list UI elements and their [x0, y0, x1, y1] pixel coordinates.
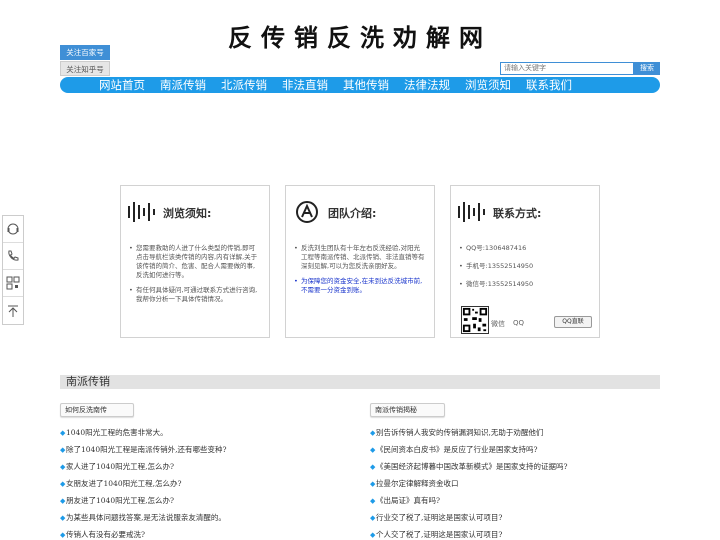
list-item: 反洗刘生团队有十年左右反洗经验,对阳光工程等南派传销、北派传销、非法直销等有深刻…	[294, 244, 426, 271]
sound-wave-icon	[128, 202, 155, 222]
wechat-qrcode-image	[461, 306, 489, 334]
tab-south-mlm-exposed[interactable]: 南派传销揭秘	[370, 403, 445, 417]
browse-notes-card: 浏览须知: 您需要救助的人进了什么类型的传销,即可点击导航栏该类传销的内容,内有…	[120, 185, 270, 338]
team-intro-title: 团队介绍:	[328, 207, 377, 220]
contact-title: 联系方式:	[493, 207, 542, 220]
article-link[interactable]: ◆ 家人进了1040阳光工程,怎么办?	[60, 461, 360, 478]
browse-notes-title: 浏览须知:	[163, 207, 212, 220]
article-link[interactable]: ◆ 1040阳光工程的危害非常大。	[60, 427, 360, 444]
nav-south-mlm[interactable]: 南派传销	[160, 77, 206, 93]
list-item: 您需要救助的人进了什么类型的传销,即可点击导航栏该类传销的内容,内有详解,关于该…	[129, 244, 261, 280]
nav-north-mlm[interactable]: 北派传销	[221, 77, 267, 93]
circle-a-icon	[296, 201, 318, 223]
right-article-list: ◆ 别告诉传销人我安的传销漏洞知识,无助于劝醒他们 ◆ 《民间资本白皮书》是反应了行…	[370, 427, 660, 540]
sound-wave-icon	[458, 202, 485, 222]
phone-icon[interactable]	[3, 243, 23, 270]
follow-baijiahao-button[interactable]: 关注百家号	[60, 45, 110, 60]
search-button[interactable]: 搜索	[634, 62, 660, 75]
section-header: 南派传销	[60, 375, 660, 389]
team-intro-list: 反洗刘生团队有十年左右反洗经验,对阳光工程等南派传销、北派传销、非法直销等有深刻…	[294, 244, 426, 301]
article-link[interactable]: ◆ 《民间资本白皮书》是反应了行业是国家支持吗?	[370, 444, 660, 461]
nav-home[interactable]: 网站首页	[99, 77, 145, 93]
tab-how-to-rescue[interactable]: 如何反洗南传	[60, 403, 134, 417]
article-link[interactable]: ◆ 女朋友进了1040阳光工程,怎么办?	[60, 478, 360, 495]
article-link[interactable]: ◆ 个人交了税了,证明这是国家认可项目?	[370, 529, 660, 540]
headset-icon[interactable]	[3, 216, 23, 243]
nav-illegal-direct-sales[interactable]: 非法直销	[282, 77, 328, 93]
nav-contact[interactable]: 联系我们	[526, 77, 572, 93]
back-to-top-icon[interactable]	[3, 297, 23, 324]
article-link[interactable]: ◆ 行业交了税了,证明这是国家认可项目?	[370, 512, 660, 529]
list-item: QQ号:1306487416	[459, 244, 591, 253]
main-nav: 网站首页 南派传销 北派传销 非法直销 其他传销 法律法规 浏览须知 联系我们	[60, 77, 660, 93]
list-item: 微信号:13552514950	[459, 280, 591, 289]
list-item: 有任何具体疑问,可通过联系方式进行咨询,我帮你分析一下具体传销情况。	[129, 286, 261, 304]
nav-other-mlm[interactable]: 其他传销	[343, 77, 389, 93]
section-title[interactable]: 南派传销	[66, 375, 110, 389]
article-link[interactable]: ◆ 朋友进了1040阳光工程,怎么办?	[60, 495, 360, 512]
team-intro-card: 团队介绍: 反洗刘生团队有十年左右反洗经验,对阳光工程等南派传销、北派传销、非法…	[285, 185, 435, 338]
article-link[interactable]: ◆ 为某些具体问题找答案,是无法说服亲友清醒的。	[60, 512, 360, 529]
article-link[interactable]: ◆ 拉曼尔定律解释资金收口	[370, 478, 660, 495]
left-article-list: ◆ 1040阳光工程的危害非常大。 ◆ 除了1040阳光工程是南派传销外,还有哪些变…	[60, 427, 360, 540]
list-item: 手机号:13552514950	[459, 262, 591, 271]
contact-list: QQ号:1306487416 手机号:13552514950 微信号:13552…	[459, 244, 591, 298]
article-link[interactable]: ◆ 《美国经济起博暮中国改革新模式》是国家支持的证据吗?	[370, 461, 660, 478]
nav-browse-notes[interactable]: 浏览须知	[465, 77, 511, 93]
wechat-label: 微信	[491, 320, 505, 328]
follow-zhihu-button[interactable]: 关注知乎号	[60, 61, 110, 76]
article-link[interactable]: ◆ 《出局证》真有吗?	[370, 495, 660, 512]
article-link[interactable]: ◆ 传销人有没有必要戒洗?	[60, 529, 360, 540]
browse-notes-list: 您需要救助的人进了什么类型的传销,即可点击导航栏该类传销的内容,内有详解,关于该…	[129, 244, 261, 310]
qrcode-icon[interactable]	[3, 270, 23, 297]
nav-laws[interactable]: 法律法规	[404, 77, 450, 93]
list-item: 为保障您的资金安全,在未到达反洗城市前,不需要一分资金到账。	[294, 277, 426, 295]
article-link[interactable]: ◆ 别告诉传销人我安的传销漏洞知识,无助于劝醒他们	[370, 427, 660, 444]
qq-chat-button[interactable]: QQ直联	[554, 316, 592, 328]
contact-card: 联系方式: QQ号:1306487416 手机号:13552514950 微信号…	[450, 185, 600, 338]
side-float-bar	[2, 215, 24, 325]
article-link[interactable]: ◆ 除了1040阳光工程是南派传销外,还有哪些变种?	[60, 444, 360, 461]
qq-label: QQ	[513, 319, 525, 327]
search-input[interactable]: 请输入关键字	[500, 62, 634, 75]
